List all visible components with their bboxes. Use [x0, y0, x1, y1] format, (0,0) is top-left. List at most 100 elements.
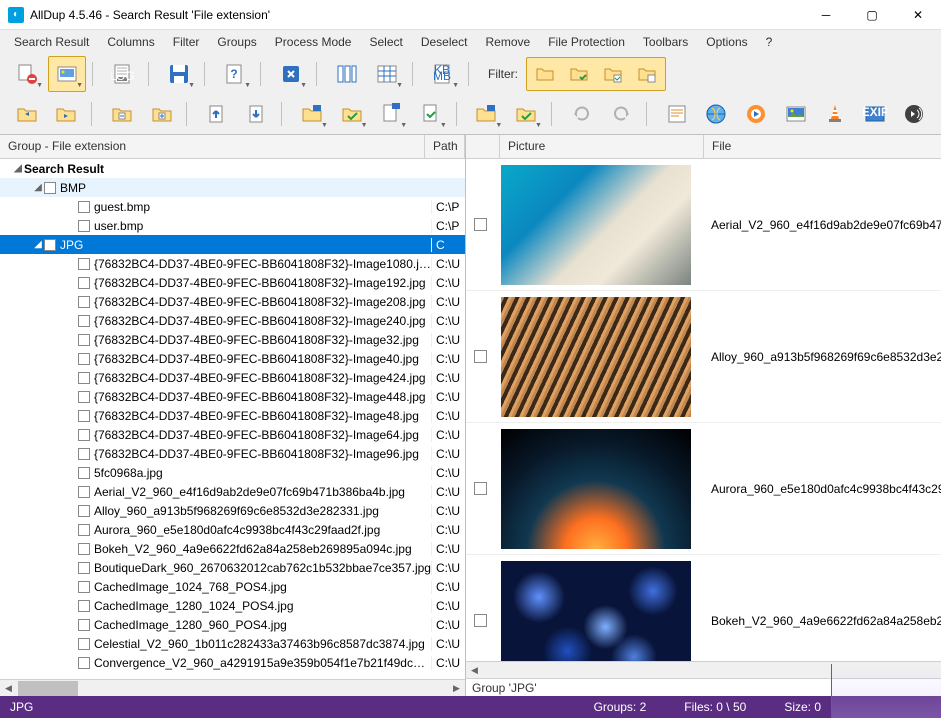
row-checkbox[interactable]	[78, 372, 90, 384]
text-view-button[interactable]	[658, 96, 696, 132]
row-checkbox[interactable]	[78, 296, 90, 308]
thumb-checkbox[interactable]	[474, 218, 487, 231]
move-up-button[interactable]	[198, 96, 236, 132]
row-checkbox[interactable]	[78, 448, 90, 460]
thumbnail-list[interactable]: Aerial_V2_960_e4f16d9ab2de9e07fc69b471b3…	[466, 159, 941, 661]
menu-deselect[interactable]: Deselect	[413, 33, 476, 51]
menu-filter[interactable]: Filter	[165, 33, 208, 51]
thumbnail-image[interactable]	[501, 297, 691, 417]
thumbnail-image[interactable]	[501, 165, 691, 285]
thumb-checkbox[interactable]	[474, 482, 487, 495]
collapse-all-button[interactable]	[103, 96, 141, 132]
filter-folder-2[interactable]	[562, 59, 596, 89]
tree-row[interactable]: {76832BC4-DD37-4BE0-9FEC-BB6041808F32}-I…	[0, 311, 465, 330]
view-thumbnails-button[interactable]: ▼	[48, 56, 86, 92]
row-checkbox[interactable]	[78, 258, 90, 270]
close-button[interactable]: ✕	[895, 0, 941, 30]
tree-row[interactable]: {76832BC4-DD37-4BE0-9FEC-BB6041808F32}-I…	[0, 406, 465, 425]
maximize-button[interactable]: ▢	[849, 0, 895, 30]
browser-view-button[interactable]	[698, 96, 736, 132]
size-format-button[interactable]: KBMB▼	[424, 56, 462, 92]
column-group[interactable]: Group - File extension	[0, 135, 425, 158]
row-checkbox[interactable]	[78, 619, 90, 631]
row-checkbox[interactable]	[78, 334, 90, 346]
table-view-button[interactable]: ▼	[368, 56, 406, 92]
audio-button[interactable]	[896, 96, 934, 132]
row-checkbox[interactable]	[78, 429, 90, 441]
undo-button[interactable]	[563, 96, 601, 132]
tree-row[interactable]: ◢Search Result	[0, 159, 465, 178]
minimize-button[interactable]: ─	[803, 0, 849, 30]
row-checkbox[interactable]	[44, 239, 56, 251]
tree-row[interactable]: Alloy_960_a913b5f968269f69c6e8532d3e2823…	[0, 501, 465, 520]
row-checkbox[interactable]	[78, 201, 90, 213]
thumbnail-row[interactable]: Aurora_960_e5e180d0afc4c9938bc4f43c29faa…	[466, 423, 941, 555]
scroll-thumb[interactable]	[18, 681, 78, 696]
page-check-button[interactable]: ▼	[412, 96, 450, 132]
menu-groups[interactable]: Groups	[209, 33, 264, 51]
tree-row[interactable]: Celestial_V2_960_1b011c282433a37463b96c8…	[0, 634, 465, 653]
tree-row[interactable]: CachedImage_1280_1024_POS4.jpgC:\U	[0, 596, 465, 615]
tree-row[interactable]: CachedImage_1024_768_POS4.jpgC:\U	[0, 577, 465, 596]
tree-row[interactable]: user.bmpC:\P	[0, 216, 465, 235]
folder-nav-back[interactable]	[8, 96, 46, 132]
delete-file-button[interactable]: ▼	[8, 56, 46, 92]
row-checkbox[interactable]	[78, 505, 90, 517]
row-checkbox[interactable]	[78, 220, 90, 232]
menu-columns[interactable]: Columns	[99, 33, 162, 51]
thumb-h-scrollbar[interactable]: ◀ ▶	[466, 661, 941, 678]
help-button[interactable]: ?▼	[216, 56, 254, 92]
log-button[interactable]: LOG	[104, 56, 142, 92]
row-checkbox[interactable]	[78, 353, 90, 365]
redo-button[interactable]	[602, 96, 640, 132]
column-picture[interactable]: Picture	[500, 135, 704, 158]
expand-toggle-icon[interactable]: ◢	[32, 239, 44, 250]
menu-file-protection[interactable]: File Protection	[540, 33, 633, 51]
menu-help[interactable]: ?	[758, 33, 781, 51]
menu-remove[interactable]: Remove	[478, 33, 539, 51]
menu-search-result[interactable]: Search Result	[6, 33, 97, 51]
deselect-folder-button[interactable]: ▼	[468, 96, 506, 132]
row-checkbox[interactable]	[78, 638, 90, 650]
row-checkbox[interactable]	[78, 486, 90, 498]
scroll-right-icon[interactable]: ▶	[448, 680, 465, 697]
row-checkbox[interactable]	[78, 277, 90, 289]
menu-toolbars[interactable]: Toolbars	[635, 33, 696, 51]
scroll-left-icon[interactable]: ◀	[466, 662, 483, 679]
row-checkbox[interactable]	[78, 562, 90, 574]
select-folder-button[interactable]: ▼	[293, 96, 331, 132]
row-checkbox[interactable]	[78, 315, 90, 327]
check-folder-button[interactable]: ▼	[333, 96, 371, 132]
thumb-checkbox[interactable]	[474, 350, 487, 363]
tree-row[interactable]: {76832BC4-DD37-4BE0-9FEC-BB6041808F32}-I…	[0, 349, 465, 368]
page-select-button[interactable]: ▼	[373, 96, 411, 132]
thumbnail-image[interactable]	[501, 429, 691, 549]
vlc-button[interactable]	[816, 96, 854, 132]
column-check[interactable]	[466, 135, 500, 158]
filter-folder-3[interactable]	[596, 59, 630, 89]
expand-all-button[interactable]	[143, 96, 181, 132]
tree-row[interactable]: Aurora_960_e5e180d0afc4c9938bc4f43c29faa…	[0, 520, 465, 539]
thumbnail-image[interactable]	[501, 561, 691, 662]
tree-row[interactable]: Aerial_V2_960_e4f16d9ab2de9e07fc69b471b3…	[0, 482, 465, 501]
tree-row[interactable]: {76832BC4-DD37-4BE0-9FEC-BB6041808F32}-I…	[0, 387, 465, 406]
expand-toggle-icon[interactable]: ◢	[12, 163, 24, 174]
thumbnail-row[interactable]: Alloy_960_a913b5f968269f69c6e8532d3e2823…	[466, 291, 941, 423]
columns-button[interactable]	[328, 56, 366, 92]
tree-row[interactable]: Convergence_V2_960_a4291915a9e359b054f1e…	[0, 653, 465, 672]
column-path[interactable]: Path	[425, 135, 465, 158]
tree-row[interactable]: {76832BC4-DD37-4BE0-9FEC-BB6041808F32}-I…	[0, 330, 465, 349]
tree-row[interactable]: {76832BC4-DD37-4BE0-9FEC-BB6041808F32}-I…	[0, 444, 465, 463]
image-view-button[interactable]	[777, 96, 815, 132]
expand-toggle-icon[interactable]: ◢	[32, 182, 44, 193]
menu-process-mode[interactable]: Process Mode	[267, 33, 360, 51]
column-file[interactable]: File	[704, 135, 941, 158]
thumbnail-row[interactable]: Aerial_V2_960_e4f16d9ab2de9e07fc69b471b3…	[466, 159, 941, 291]
tree-row[interactable]: CachedImage_1280_960_POS4.jpgC:\U	[0, 615, 465, 634]
exif-button[interactable]: EXIF	[856, 96, 894, 132]
tree-row[interactable]: 5fc0968a.jpgC:\U	[0, 463, 465, 482]
scroll-left-icon[interactable]: ◀	[0, 680, 17, 697]
row-checkbox[interactable]	[78, 600, 90, 612]
thumb-checkbox[interactable]	[474, 614, 487, 627]
menu-select[interactable]: Select	[361, 33, 410, 51]
